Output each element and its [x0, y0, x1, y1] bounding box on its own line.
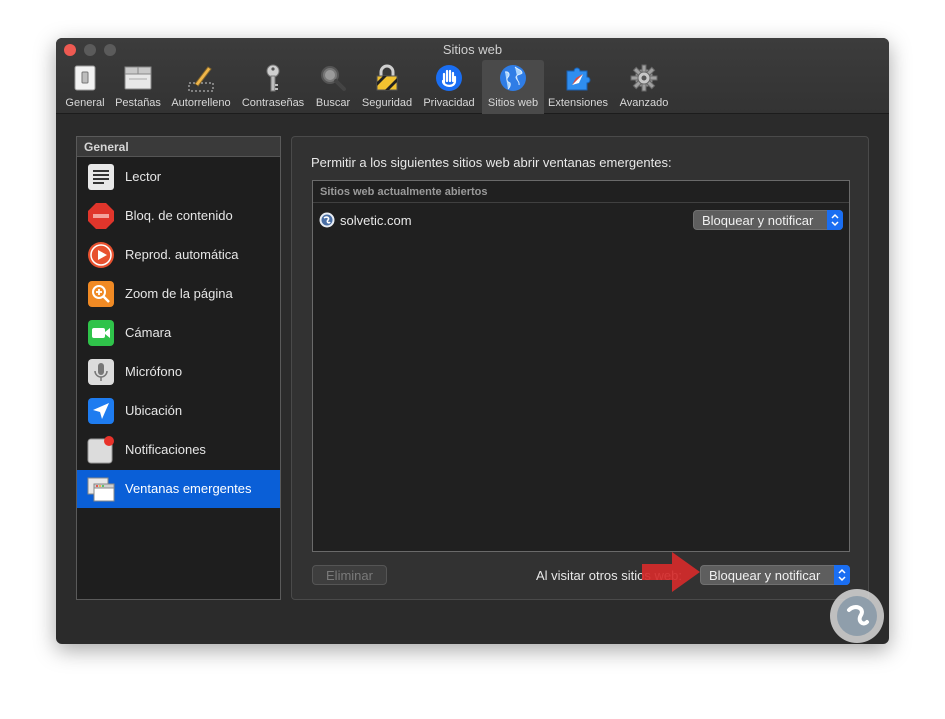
notification-icon	[87, 436, 115, 464]
toolbar-advanced-label: Avanzado	[619, 97, 669, 109]
sidebar-item-label: Bloq. de contenido	[125, 208, 233, 223]
magnifier-icon	[318, 63, 348, 93]
panel-heading: Permitir a los siguientes sitios web abr…	[311, 155, 672, 170]
reader-icon	[87, 163, 115, 191]
sidebar-item-page-zoom[interactable]: Zoom de la página	[77, 275, 280, 313]
toolbar-general[interactable]: General	[62, 60, 108, 114]
toolbar-autofill[interactable]: Autorrelleno	[168, 60, 234, 114]
titlebar: Sitios web General Pestañas Autorrelleno	[56, 38, 889, 114]
sidebar-item-label: Reprod. automática	[125, 247, 239, 262]
toolbar-search[interactable]: Buscar	[312, 60, 354, 114]
site-setting-select[interactable]: Bloquear y notificar	[693, 210, 843, 230]
sidebar-item-microphone[interactable]: Micrófono	[77, 353, 280, 391]
sidebar-item-label: Cámara	[125, 325, 172, 340]
toolbar-tabs[interactable]: Pestañas	[110, 60, 166, 114]
pencil-icon	[186, 63, 216, 93]
sidebar-item-content-blockers[interactable]: Bloq. de contenido	[77, 197, 280, 235]
sidebar-item-label: Lector	[125, 169, 162, 184]
sidebar-item-autoplay[interactable]: Reprod. automática	[77, 236, 280, 274]
toolbar-tabs-label: Pestañas	[115, 97, 161, 109]
other-sites-setting-value: Bloquear y notificar	[709, 568, 821, 583]
toolbar-extensions-label: Extensiones	[548, 97, 608, 109]
switch-icon	[70, 63, 100, 93]
sidebar-item-label: Notificaciones	[125, 442, 206, 457]
toolbar-extensions[interactable]: Extensiones	[546, 60, 610, 114]
sites-list-header: Sitios web actualmente abiertos	[313, 181, 849, 203]
popup-windows-icon	[87, 475, 115, 503]
watermark-logo-icon	[829, 588, 885, 644]
site-setting-value: Bloquear y notificar	[702, 213, 814, 228]
toolbar-passwords-label: Contraseñas	[241, 97, 305, 109]
zoom-icon	[87, 280, 115, 308]
sidebar-item-reader[interactable]: Lector	[77, 158, 280, 196]
play-icon	[87, 241, 115, 269]
toolbar-websites[interactable]: Sitios web	[482, 60, 544, 114]
sidebar-item-label: Ventanas emergentes	[125, 481, 252, 496]
sidebar-item-label: Ubicación	[125, 403, 183, 418]
tabs-icon	[123, 63, 153, 93]
toolbar-passwords[interactable]: Contraseñas	[238, 60, 308, 114]
toolbar-autofill-label: Autorrelleno	[171, 97, 231, 109]
sidebar-item-location[interactable]: Ubicación	[77, 392, 280, 430]
hand-icon	[434, 63, 464, 93]
puzzle-icon	[563, 63, 593, 93]
toolbar-advanced[interactable]: Avanzado	[614, 60, 674, 114]
sidebar-header: General	[77, 137, 280, 157]
site-favicon-icon	[319, 212, 335, 228]
chevron-updown-icon	[834, 565, 850, 585]
popup-settings-panel: Permitir a los siguientes sitios web abr…	[291, 136, 869, 600]
globe-icon	[498, 63, 528, 93]
table-row[interactable]: solvetic.com Bloquear y notificar	[313, 207, 849, 233]
toolbar-privacy-label: Privacidad	[423, 97, 475, 109]
other-sites-setting-select[interactable]: Bloquear y notificar	[700, 565, 850, 585]
sidebar-item-popup-windows[interactable]: Ventanas emergentes	[77, 470, 280, 508]
toolbar-security[interactable]: Seguridad	[358, 60, 416, 114]
sidebar-item-label: Zoom de la página	[125, 286, 233, 301]
remove-button[interactable]: Eliminar	[312, 565, 387, 585]
stop-icon	[87, 202, 115, 230]
location-icon	[87, 397, 115, 425]
sidebar-item-notifications[interactable]: Notificaciones	[77, 431, 280, 469]
toolbar-websites-label: Sitios web	[487, 97, 539, 109]
sidebar-item-camera[interactable]: Cámara	[77, 314, 280, 352]
sidebar-item-label: Micrófono	[125, 364, 183, 379]
toolbar-general-label: General	[65, 97, 105, 109]
window-title: Sitios web	[442, 42, 503, 57]
chevron-updown-icon	[827, 210, 843, 230]
annotation-arrow-icon	[642, 552, 700, 592]
lock-icon	[372, 63, 402, 93]
toolbar-privacy[interactable]: Privacidad	[418, 60, 480, 114]
camera-icon	[87, 319, 115, 347]
gear-icon	[629, 63, 659, 93]
key-icon	[258, 63, 288, 93]
safari-preferences-window: Sitios web General Pestañas Autorrelleno	[56, 38, 889, 644]
sites-list: Sitios web actualmente abiertos solvetic…	[312, 180, 850, 552]
microphone-icon	[87, 358, 115, 386]
toolbar-security-label: Seguridad	[361, 97, 413, 109]
site-name: solvetic.com	[340, 213, 412, 228]
toolbar-search-label: Buscar	[315, 97, 351, 109]
sidebar: General Lector Bloq. de contenido Reprod…	[76, 136, 281, 600]
